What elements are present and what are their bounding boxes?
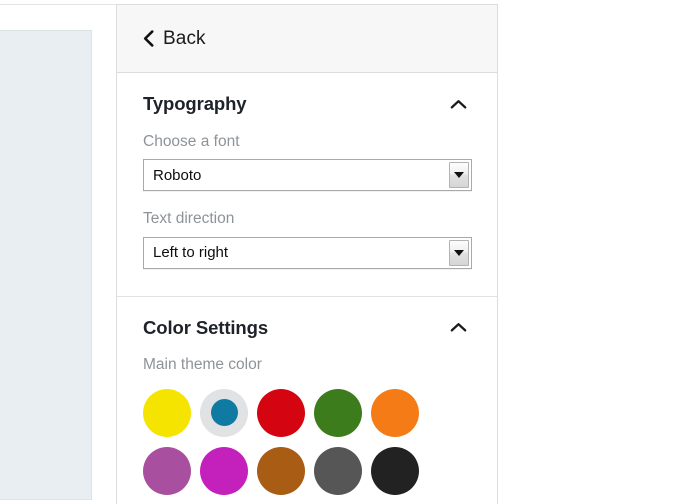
field-main-theme-color: Main theme color: [143, 356, 471, 495]
chevron-up-icon[interactable]: [450, 99, 467, 110]
text-direction-select-value: Left to right: [153, 245, 229, 261]
back-button[interactable]: Back: [143, 29, 206, 48]
caret-down-icon: [454, 249, 464, 256]
field-text-direction: Text direction Left to right: [143, 210, 472, 269]
section-color-settings: Color Settings Main theme color: [117, 295, 497, 495]
theme-color-swatch-gray[interactable]: [314, 446, 362, 495]
chevron-up-icon[interactable]: [450, 322, 467, 333]
font-select-value: Roboto: [153, 167, 202, 183]
section-typography-title: Typography: [143, 93, 247, 114]
field-text-direction-label: Text direction: [143, 210, 235, 228]
theme-color-swatch-purple[interactable]: [143, 446, 191, 495]
back-button-label: Back: [163, 28, 206, 49]
theme-color-swatch-grid: [143, 388, 420, 495]
font-select[interactable]: Roboto: [143, 159, 472, 192]
section-color-settings-title: Color Settings: [143, 316, 269, 338]
section-color-settings-header[interactable]: Color Settings: [143, 316, 471, 338]
panel-header[interactable]: Back: [117, 5, 497, 73]
section-typography-header[interactable]: Typography: [143, 93, 471, 114]
theme-color-swatch-red[interactable]: [257, 388, 305, 437]
settings-sidebar-panel: Back Typography Choose a font Roboto Tex…: [116, 4, 498, 504]
caret-down-icon: [454, 172, 464, 179]
theme-color-swatch-yellow[interactable]: [143, 388, 191, 437]
section-typography: Typography Choose a font Roboto Text dir…: [117, 73, 497, 296]
text-direction-select-button[interactable]: [449, 239, 469, 266]
theme-color-swatch-brown[interactable]: [257, 446, 305, 495]
theme-color-swatch-black[interactable]: [371, 446, 419, 495]
field-main-theme-color-label: Main theme color: [143, 356, 262, 374]
field-font-label: Choose a font: [143, 132, 240, 150]
chevron-left-icon: [143, 30, 154, 47]
theme-color-swatch-teal[interactable]: [200, 388, 248, 437]
background-top-rule: [0, 4, 116, 5]
field-font: Choose a font Roboto: [143, 132, 472, 192]
theme-color-swatch-magenta[interactable]: [200, 446, 248, 495]
background-content-panel: [0, 30, 92, 500]
theme-color-swatch-green[interactable]: [314, 388, 362, 437]
theme-color-swatch-selected-dot: [210, 399, 238, 427]
font-select-button[interactable]: [449, 162, 469, 189]
theme-color-swatch-orange[interactable]: [371, 388, 419, 437]
text-direction-select[interactable]: Left to right: [143, 236, 472, 269]
